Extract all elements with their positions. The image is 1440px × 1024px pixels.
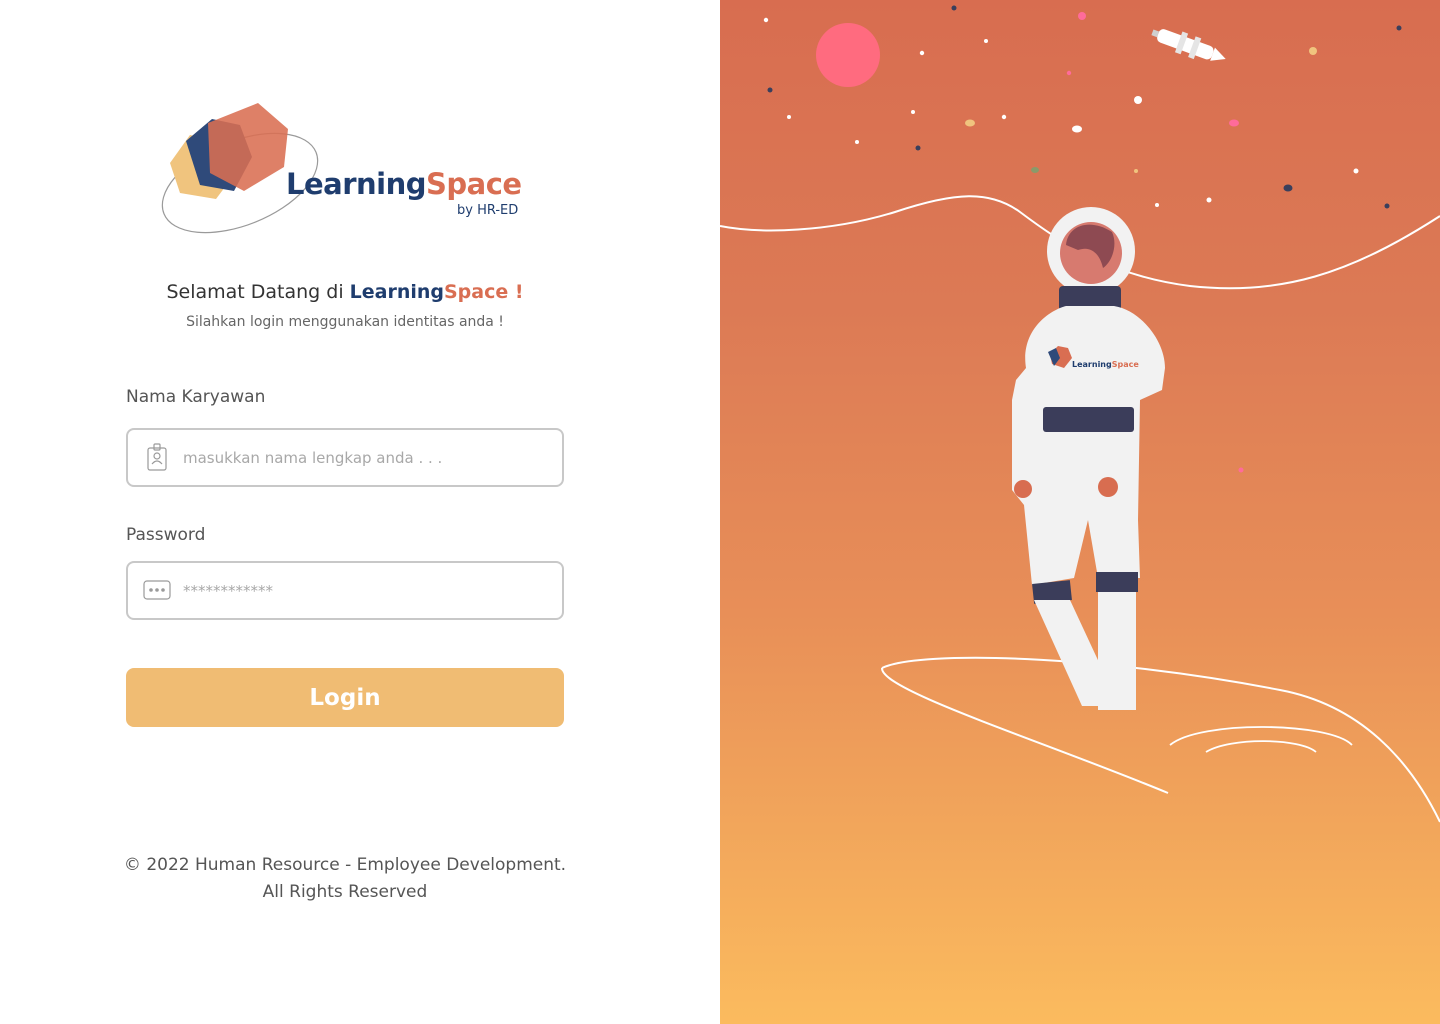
footer-copyright: © 2022 Human Resource - Employee Develop…	[123, 855, 567, 875]
welcome-brand-space: Space !	[444, 281, 524, 303]
login-panel: LearningSpace by HR-ED Selamat Datang di…	[0, 0, 720, 1024]
welcome-prefix: Selamat Datang di	[166, 281, 350, 303]
logo-wordmark: LearningSpace	[286, 167, 522, 201]
welcome-brand-learning: Learning	[349, 281, 444, 303]
logo-word-space: Space	[426, 167, 522, 201]
password-field-label: Password	[126, 525, 206, 545]
illustration-panel: LearningSpace	[720, 0, 1440, 1024]
astronaut-illustration: LearningSpace	[720, 5, 1440, 823]
id-badge-icon	[142, 442, 172, 472]
astronaut-figure: LearningSpace	[1012, 207, 1165, 710]
app-logo: LearningSpace by HR-ED	[160, 95, 540, 240]
password-field[interactable]	[126, 561, 564, 620]
name-field-label: Nama Karyawan	[126, 387, 266, 407]
pink-planet	[816, 23, 880, 87]
logo-tagline: by HR-ED	[457, 203, 519, 218]
suit-logo-learning: Learning	[1072, 360, 1112, 369]
name-field[interactable]	[126, 428, 564, 487]
login-button[interactable]: Login	[126, 668, 564, 727]
footer-rights: All Rights Reserved	[262, 882, 428, 902]
password-input[interactable]	[183, 575, 543, 607]
rocket-icon	[1151, 29, 1226, 61]
ground-line	[881, 656, 1440, 823]
password-dots-icon	[142, 575, 172, 605]
suit-logo-space: Space	[1112, 360, 1140, 369]
name-input[interactable]	[183, 442, 543, 474]
welcome-subtitle: Silahkan login menggunakan identitas and…	[186, 314, 504, 330]
welcome-heading: Selamat Datang di LearningSpace !	[0, 281, 690, 303]
suit-logo-text: LearningSpace	[1072, 360, 1139, 369]
logo-word-learning: Learning	[286, 167, 427, 201]
